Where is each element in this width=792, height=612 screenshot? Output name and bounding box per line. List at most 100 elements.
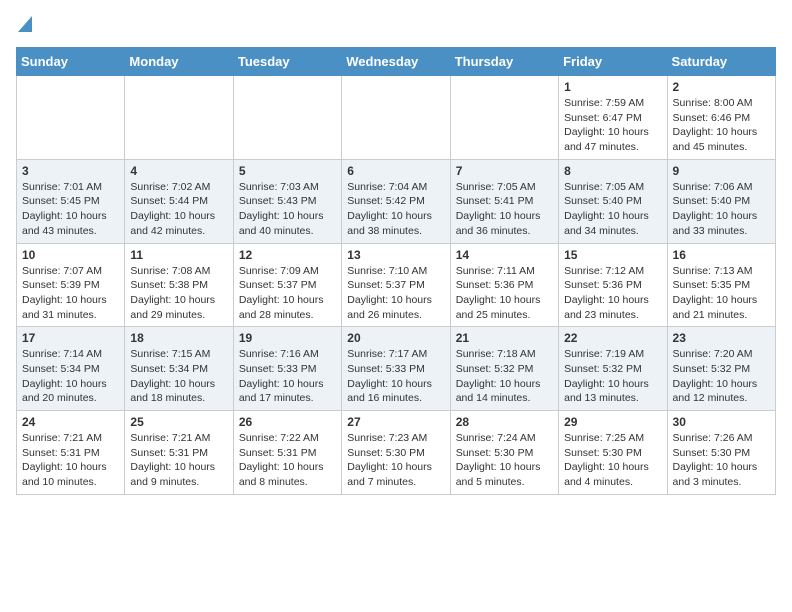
weekday-header-row: SundayMondayTuesdayWednesdayThursdayFrid… bbox=[17, 48, 776, 76]
calendar-cell: 28 Sunrise: 7:24 AM Sunset: 5:30 PM Dayli… bbox=[450, 411, 558, 495]
day-info: Sunrise: 7:06 AM Sunset: 5:40 PM Dayligh… bbox=[673, 180, 770, 239]
calendar-cell: 25 Sunrise: 7:21 AM Sunset: 5:31 PM Dayli… bbox=[125, 411, 233, 495]
calendar-cell: 7 Sunrise: 7:05 AM Sunset: 5:41 PM Daylig… bbox=[450, 159, 558, 243]
day-number: 26 bbox=[239, 415, 336, 429]
day-number: 28 bbox=[456, 415, 553, 429]
day-info: Sunrise: 7:13 AM Sunset: 5:35 PM Dayligh… bbox=[673, 264, 770, 323]
calendar-cell: 13Sunrise: 7:10 AM Sunset: 5:37 PM Dayli… bbox=[342, 243, 450, 327]
day-number: 6 bbox=[347, 164, 444, 178]
weekday-header-wednesday: Wednesday bbox=[342, 48, 450, 76]
calendar-cell: 30Sunrise: 7:26 AM Sunset: 5:30 PM Dayli… bbox=[667, 411, 775, 495]
day-info: Sunrise: 7:15 AM Sunset: 5:34 PM Dayligh… bbox=[130, 347, 227, 406]
calendar-table: SundayMondayTuesdayWednesdayThursdayFrid… bbox=[16, 47, 776, 495]
calendar-cell: 6 Sunrise: 7:04 AM Sunset: 5:42 PM Daylig… bbox=[342, 159, 450, 243]
day-info: Sunrise: 7:11 AM Sunset: 5:36 PM Dayligh… bbox=[456, 264, 553, 323]
day-number: 20 bbox=[347, 331, 444, 345]
calendar-cell: 1Sunrise: 7:59 AM Sunset: 6:47 PM Daylig… bbox=[559, 76, 667, 160]
calendar-cell bbox=[17, 76, 125, 160]
logo-triangle-icon bbox=[18, 16, 32, 37]
day-info: Sunrise: 7:04 AM Sunset: 5:42 PM Dayligh… bbox=[347, 180, 444, 239]
day-number: 8 bbox=[564, 164, 661, 178]
calendar-cell: 11Sunrise: 7:08 AM Sunset: 5:38 PM Dayli… bbox=[125, 243, 233, 327]
day-info: Sunrise: 7:05 AM Sunset: 5:41 PM Dayligh… bbox=[456, 180, 553, 239]
day-number: 18 bbox=[130, 331, 227, 345]
calendar-cell: 17 Sunrise: 7:14 AM Sunset: 5:34 PM Dayli… bbox=[17, 327, 125, 411]
day-number: 10 bbox=[22, 248, 119, 262]
calendar-cell: 19Sunrise: 7:16 AM Sunset: 5:33 PM Dayli… bbox=[233, 327, 341, 411]
calendar-cell: 14 Sunrise: 7:11 AM Sunset: 5:36 PM Dayli… bbox=[450, 243, 558, 327]
day-number: 3 bbox=[22, 164, 119, 178]
calendar-cell bbox=[450, 76, 558, 160]
calendar-cell: 26 Sunrise: 7:22 AM Sunset: 5:31 PM Dayli… bbox=[233, 411, 341, 495]
day-info: Sunrise: 7:59 AM Sunset: 6:47 PM Dayligh… bbox=[564, 96, 661, 155]
page-container: SundayMondayTuesdayWednesdayThursdayFrid… bbox=[0, 0, 792, 503]
calendar-cell: 3 Sunrise: 7:01 AM Sunset: 5:45 PM Daylig… bbox=[17, 159, 125, 243]
day-number: 25 bbox=[130, 415, 227, 429]
day-info: Sunrise: 7:09 AM Sunset: 5:37 PM Dayligh… bbox=[239, 264, 336, 323]
day-info: Sunrise: 8:00 AM Sunset: 6:46 PM Dayligh… bbox=[673, 96, 770, 155]
day-number: 15 bbox=[564, 248, 661, 262]
day-info: Sunrise: 7:26 AM Sunset: 5:30 PM Dayligh… bbox=[673, 431, 770, 490]
day-info: Sunrise: 7:14 AM Sunset: 5:34 PM Dayligh… bbox=[22, 347, 119, 406]
calendar-cell: 18 Sunrise: 7:15 AM Sunset: 5:34 PM Dayli… bbox=[125, 327, 233, 411]
day-number: 22 bbox=[564, 331, 661, 345]
calendar-cell: 5 Sunrise: 7:03 AM Sunset: 5:43 PM Daylig… bbox=[233, 159, 341, 243]
calendar-cell: 9 Sunrise: 7:06 AM Sunset: 5:40 PM Daylig… bbox=[667, 159, 775, 243]
day-info: Sunrise: 7:01 AM Sunset: 5:45 PM Dayligh… bbox=[22, 180, 119, 239]
calendar-week-row: 10 Sunrise: 7:07 AM Sunset: 5:39 PM Dayli… bbox=[17, 243, 776, 327]
day-number: 12 bbox=[239, 248, 336, 262]
day-info: Sunrise: 7:22 AM Sunset: 5:31 PM Dayligh… bbox=[239, 431, 336, 490]
calendar-cell bbox=[342, 76, 450, 160]
day-info: Sunrise: 7:19 AM Sunset: 5:32 PM Dayligh… bbox=[564, 347, 661, 406]
calendar-cell: 29 Sunrise: 7:25 AM Sunset: 5:30 PM Dayli… bbox=[559, 411, 667, 495]
day-number: 7 bbox=[456, 164, 553, 178]
day-number: 17 bbox=[22, 331, 119, 345]
day-number: 27 bbox=[347, 415, 444, 429]
day-info: Sunrise: 7:02 AM Sunset: 5:44 PM Dayligh… bbox=[130, 180, 227, 239]
calendar-week-row: 3 Sunrise: 7:01 AM Sunset: 5:45 PM Daylig… bbox=[17, 159, 776, 243]
weekday-header-thursday: Thursday bbox=[450, 48, 558, 76]
weekday-header-tuesday: Tuesday bbox=[233, 48, 341, 76]
day-number: 21 bbox=[456, 331, 553, 345]
day-number: 2 bbox=[673, 80, 770, 94]
calendar-cell bbox=[125, 76, 233, 160]
day-info: Sunrise: 7:18 AM Sunset: 5:32 PM Dayligh… bbox=[456, 347, 553, 406]
calendar-cell: 4 Sunrise: 7:02 AM Sunset: 5:44 PM Daylig… bbox=[125, 159, 233, 243]
day-number: 9 bbox=[673, 164, 770, 178]
calendar-cell: 24 Sunrise: 7:21 AM Sunset: 5:31 PM Dayli… bbox=[17, 411, 125, 495]
day-number: 23 bbox=[673, 331, 770, 345]
calendar-week-row: 17 Sunrise: 7:14 AM Sunset: 5:34 PM Dayli… bbox=[17, 327, 776, 411]
calendar-cell: 27 Sunrise: 7:23 AM Sunset: 5:30 PM Dayli… bbox=[342, 411, 450, 495]
day-number: 29 bbox=[564, 415, 661, 429]
day-number: 4 bbox=[130, 164, 227, 178]
day-info: Sunrise: 7:16 AM Sunset: 5:33 PM Dayligh… bbox=[239, 347, 336, 406]
calendar-cell: 16 Sunrise: 7:13 AM Sunset: 5:35 PM Dayli… bbox=[667, 243, 775, 327]
calendar-cell bbox=[233, 76, 341, 160]
day-info: Sunrise: 7:25 AM Sunset: 5:30 PM Dayligh… bbox=[564, 431, 661, 490]
calendar-cell: 8 Sunrise: 7:05 AM Sunset: 5:40 PM Daylig… bbox=[559, 159, 667, 243]
day-info: Sunrise: 7:07 AM Sunset: 5:39 PM Dayligh… bbox=[22, 264, 119, 323]
calendar-cell: 2 Sunrise: 8:00 AM Sunset: 6:46 PM Daylig… bbox=[667, 76, 775, 160]
day-info: Sunrise: 7:05 AM Sunset: 5:40 PM Dayligh… bbox=[564, 180, 661, 239]
calendar-week-row: 1Sunrise: 7:59 AM Sunset: 6:47 PM Daylig… bbox=[17, 76, 776, 160]
day-info: Sunrise: 7:23 AM Sunset: 5:30 PM Dayligh… bbox=[347, 431, 444, 490]
day-info: Sunrise: 7:03 AM Sunset: 5:43 PM Dayligh… bbox=[239, 180, 336, 239]
day-info: Sunrise: 7:12 AM Sunset: 5:36 PM Dayligh… bbox=[564, 264, 661, 323]
day-number: 24 bbox=[22, 415, 119, 429]
weekday-header-monday: Monday bbox=[125, 48, 233, 76]
day-info: Sunrise: 7:21 AM Sunset: 5:31 PM Dayligh… bbox=[130, 431, 227, 490]
calendar-cell: 20 Sunrise: 7:17 AM Sunset: 5:33 PM Dayli… bbox=[342, 327, 450, 411]
weekday-header-friday: Friday bbox=[559, 48, 667, 76]
day-number: 16 bbox=[673, 248, 770, 262]
day-info: Sunrise: 7:21 AM Sunset: 5:31 PM Dayligh… bbox=[22, 431, 119, 490]
day-info: Sunrise: 7:10 AM Sunset: 5:37 PM Dayligh… bbox=[347, 264, 444, 323]
calendar-cell: 23 Sunrise: 7:20 AM Sunset: 5:32 PM Dayli… bbox=[667, 327, 775, 411]
day-number: 14 bbox=[456, 248, 553, 262]
calendar-cell: 15 Sunrise: 7:12 AM Sunset: 5:36 PM Dayli… bbox=[559, 243, 667, 327]
calendar-cell: 12 Sunrise: 7:09 AM Sunset: 5:37 PM Dayli… bbox=[233, 243, 341, 327]
day-number: 5 bbox=[239, 164, 336, 178]
day-info: Sunrise: 7:24 AM Sunset: 5:30 PM Dayligh… bbox=[456, 431, 553, 490]
day-info: Sunrise: 7:17 AM Sunset: 5:33 PM Dayligh… bbox=[347, 347, 444, 406]
weekday-header-sunday: Sunday bbox=[17, 48, 125, 76]
day-info: Sunrise: 7:20 AM Sunset: 5:32 PM Dayligh… bbox=[673, 347, 770, 406]
